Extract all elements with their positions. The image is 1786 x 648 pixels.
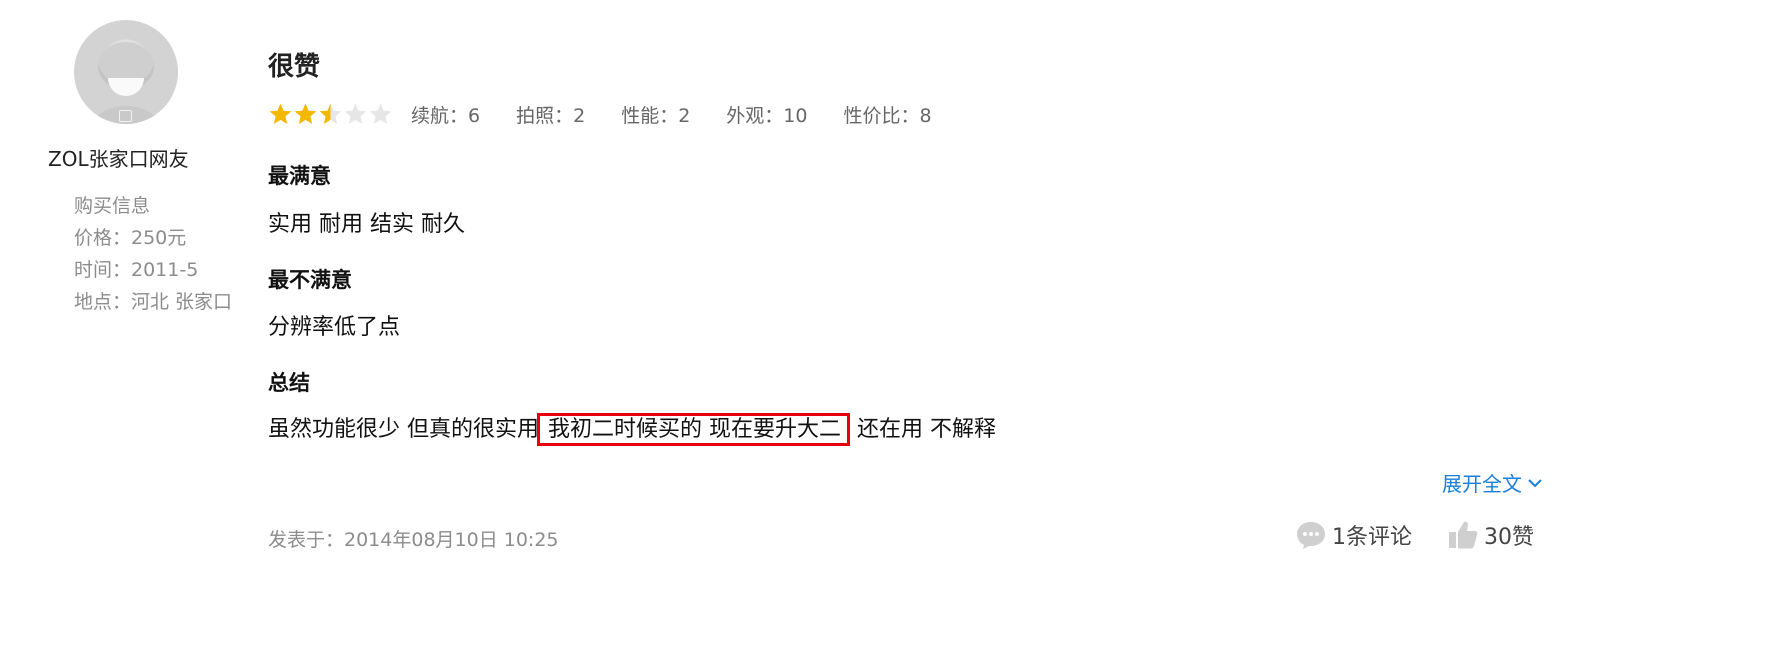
sub-scores: 续航：6 拍照：2 性能：2 外观：10 性价比：8 (411, 101, 968, 128)
username[interactable]: ZOL张家口网友 (48, 143, 189, 172)
best-text: 实用 耐用 结实 耐久 (268, 212, 465, 237)
avatar-smile (108, 78, 144, 96)
score-appearance: 外观：10 (726, 104, 808, 127)
review-title: 很赞 (268, 52, 321, 82)
score-camera: 拍照：2 (516, 104, 586, 127)
best-heading: 最满意 (268, 164, 331, 188)
summary-highlight: 我初二时候买的 现在要升大二 (537, 413, 850, 446)
comment-count: 1条评论 (1332, 525, 1412, 550)
worst-heading: 最不满意 (268, 268, 352, 292)
star-icon (293, 102, 318, 127)
purchase-info-header: 购买信息 (74, 195, 151, 217)
expand-full-text-link[interactable]: 展开全文 (1442, 468, 1544, 497)
chevron-down-icon (1528, 478, 1542, 487)
expand-label: 展开全文 (1442, 472, 1522, 496)
like-button[interactable]: 30赞 (1446, 518, 1534, 552)
star-icon (368, 102, 393, 127)
star-icon (318, 102, 343, 127)
star-icon (343, 102, 368, 127)
thumbs-up-icon (1449, 521, 1478, 549)
comment-bubble-icon (1297, 522, 1325, 549)
rating-row: 续航：6 拍照：2 性能：2 外观：10 性价比：8 (268, 100, 968, 128)
comment-button[interactable]: 1条评论 (1294, 518, 1412, 552)
purchase-price: 价格：250元 (74, 227, 187, 249)
review-actions: 1条评论 30赞 (1294, 518, 1534, 552)
summary-text: 虽然功能很少 但真的很实用 我初二时候买的 现在要升大二 还在用 不解释 (268, 411, 996, 446)
avatar-badge-icon (119, 110, 132, 122)
posted-time: 发表于：2014年08月10日 10:25 (268, 529, 559, 551)
score-value: 性价比：8 (843, 104, 932, 127)
purchase-time: 时间：2011-5 (74, 259, 199, 281)
purchase-location: 地点：河北 张家口 (74, 291, 233, 313)
user-avatar[interactable] (74, 20, 178, 124)
star-rating (268, 102, 393, 127)
summary-heading: 总结 (268, 371, 310, 395)
summary-text-after: 还在用 不解释 (857, 417, 996, 442)
summary-text-before: 虽然功能很少 但真的很实用 (268, 417, 539, 442)
star-icon (268, 102, 293, 127)
score-performance: 性能：2 (621, 104, 691, 127)
worst-text: 分辨率低了点 (268, 315, 401, 340)
purchase-info: 购买信息 价格：250元 时间：2011-5 地点：河北 张家口 (74, 190, 244, 318)
like-count: 30赞 (1484, 525, 1534, 550)
score-battery: 续航：6 (411, 104, 481, 127)
